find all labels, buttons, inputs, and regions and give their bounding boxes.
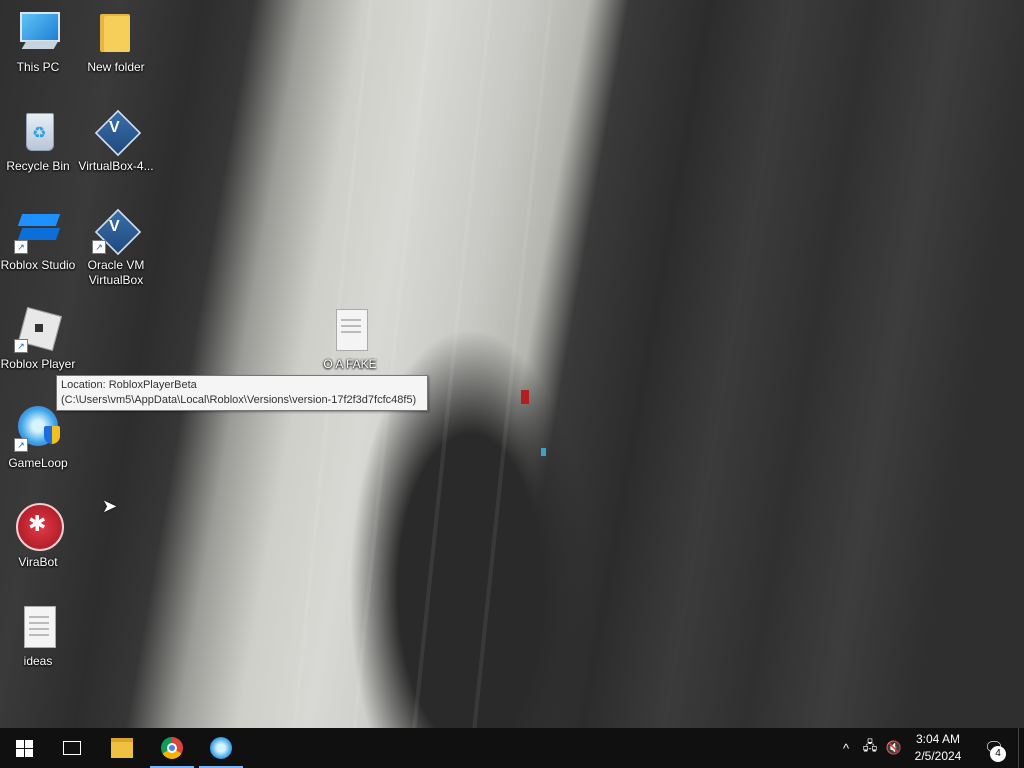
chrome-button[interactable] [148,728,196,768]
icon-label: ViraBot [18,555,58,569]
virabot-spider-icon: ✱ [14,503,64,551]
virtualbox-installer-shortcut[interactable]: V VirtualBox-4... [78,107,154,174]
network-icon: 🖧 [862,738,878,753]
icon-label: Roblox Studio [0,258,76,272]
virabot-shortcut[interactable]: ✱ ViraBot [0,503,76,570]
icon-label: Recycle Bin [6,159,70,173]
this-pc-shortcut[interactable]: This PC [0,8,76,75]
icon-label: Roblox Player [0,357,76,371]
o-a-fake-file[interactable]: O A FAKE [312,305,388,372]
volume-muted-icon: 🔇 [885,740,903,755]
roblox-player-shortcut[interactable]: ↗ Roblox Player [0,305,76,372]
folder-icon [111,738,133,758]
shortcut-arrow-icon: ↗ [92,240,106,254]
text-document-icon [326,305,374,353]
icon-label: This PC [16,60,60,74]
location-tooltip: Location: RobloxPlayerBeta (C:\Users\vm5… [56,375,428,411]
notification-count-badge: 4 [990,746,1006,762]
virtualbox-icon: V [92,107,142,157]
gameloop-icon [210,737,232,759]
task-view-button[interactable] [48,728,96,768]
roblox-studio-icon: ↗ [14,206,62,254]
ideas-file[interactable]: ideas [0,602,76,669]
volume-button[interactable]: 🔇 [884,728,904,768]
shortcut-arrow-icon: ↗ [14,438,28,452]
task-view-icon [63,741,81,755]
shortcut-arrow-icon: ↗ [14,339,28,353]
icon-label: Oracle VM VirtualBox [87,258,145,287]
recycle-bin-shortcut[interactable]: ♻ Recycle Bin [0,107,76,174]
clock[interactable]: 3:04 AM 2/5/2024 [906,731,970,765]
gameloop-taskbar-button[interactable] [197,728,245,768]
action-center-button[interactable]: 🗨 4 [978,734,1010,762]
roblox-studio-shortcut[interactable]: ↗ Roblox Studio [0,206,76,273]
taskbar: ^ 🖧 🔇 3:04 AM 2/5/2024 🗨 4 [0,728,1024,768]
icon-label: GameLoop [8,456,68,470]
desktop[interactable]: This PC New folder ♻ Recycle Bin V Virtu… [0,0,1024,728]
climber [521,390,529,404]
chrome-icon [161,737,183,759]
file-explorer-button[interactable] [98,728,146,768]
shortcut-arrow-icon: ↗ [14,240,28,254]
climber [541,448,546,456]
folder-icon [92,8,140,56]
icon-label: New folder [87,60,145,74]
chevron-up-icon: ^ [842,740,850,756]
icon-label: O A FAKE [323,357,377,371]
computer-icon [14,8,62,56]
clock-date: 2/5/2024 [914,749,962,763]
oracle-vm-virtualbox-shortcut[interactable]: V ↗ Oracle VM VirtualBox [78,206,154,288]
gameloop-icon: ↗ [14,404,62,452]
text-document-icon [14,602,62,650]
roblox-player-icon: ↗ [14,305,63,353]
mouse-cursor-icon: ➤ [102,496,118,516]
clock-time: 3:04 AM [915,732,961,746]
network-button[interactable]: 🖧 [860,728,880,768]
icon-label: ideas [23,654,53,668]
show-hidden-icons-button[interactable]: ^ [838,728,854,768]
gameloop-shortcut[interactable]: ↗ GameLoop [0,404,76,471]
start-button[interactable] [0,728,48,768]
recycle-bin-icon: ♻ [14,107,62,155]
virtualbox-icon: V ↗ [92,206,142,256]
windows-logo-icon [15,739,33,757]
show-desktop-button[interactable] [1018,728,1024,768]
icon-label: VirtualBox-4... [78,159,154,173]
new-folder-shortcut[interactable]: New folder [78,8,154,75]
